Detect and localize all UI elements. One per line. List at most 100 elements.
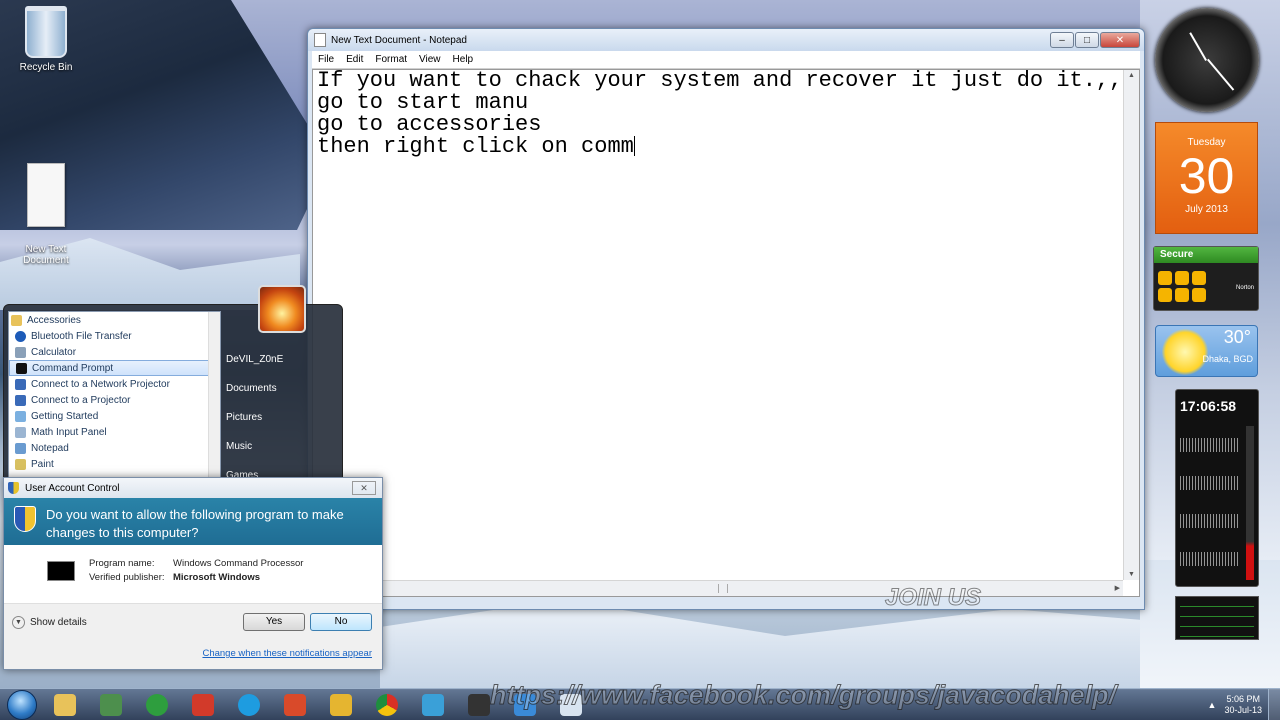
explorer-icon [54,693,76,716]
weather-location: Dhaka, BGD [1202,354,1253,364]
menu-view[interactable]: View [413,54,447,65]
utorrent-icon [146,693,168,716]
no-button[interactable]: No [310,613,372,631]
start-item-music[interactable]: Music [226,432,283,461]
list-item[interactable]: Connect to a Network Projector [9,376,220,392]
scroll-up-icon[interactable]: ▲ [1128,72,1135,79]
notification-settings-link[interactable]: Change when these notifications appear [202,648,372,659]
norton-feature-icon[interactable] [1175,271,1189,285]
list-item[interactable]: Accessories [9,312,220,328]
list-item[interactable]: Getting Started [9,408,220,424]
norton-gadget[interactable]: Secure Norton [1153,246,1259,311]
network-meter-gadget[interactable] [1175,596,1259,640]
minimize-button[interactable]: – [1050,32,1074,48]
uac-question: Do you want to allow the following progr… [46,507,344,540]
facebook-url-watermark: https://www.facebook.com/groups/javacoda… [489,680,1117,711]
maximize-icon: □ [1083,34,1091,46]
cmd-icon [468,693,490,716]
taskbar-app[interactable] [91,691,131,719]
start-item-documents[interactable]: Documents [226,374,283,403]
scroll-right-icon[interactable]: ▶ [1115,584,1120,592]
list-item[interactable]: Command Prompt [9,360,220,376]
start-item-pictures[interactable]: Pictures [226,403,283,432]
text-document-desktop-icon[interactable]: New Text Document [11,152,81,277]
start-item-user[interactable]: DeVIL_Z0nE [226,345,283,374]
programs-scrollbar[interactable] [208,312,220,488]
list-item[interactable]: Calculator [9,344,220,360]
taskbar-app[interactable] [413,691,453,719]
norton-feature-icon[interactable] [1175,288,1189,302]
menu-help[interactable]: Help [447,54,480,65]
list-item-label: Accessories [27,314,81,326]
computer-icon [100,693,122,716]
list-item[interactable]: Bluetooth File Transfer [9,328,220,344]
notepad-icon [15,442,26,454]
publisher-label: Verified publisher: [89,572,165,583]
user-picture-icon[interactable] [258,285,306,333]
recycle-bin-icon [25,6,67,58]
menu-format[interactable]: Format [369,54,413,65]
clock-gadget[interactable] [1155,8,1259,112]
text-line-2: go to start manu [317,90,529,115]
list-item-label: Calculator [31,346,77,358]
clock-minute-hand [1207,58,1235,91]
list-item[interactable]: Connect to a Projector [9,392,220,408]
list-item[interactable]: Paint [9,456,220,472]
recycle-bin-desktop-icon[interactable]: Recycle Bin [11,6,81,73]
start-menu-right-column: DeVIL_Z0nE Documents Pictures Music Game… [226,345,283,490]
weather-gadget[interactable]: 30° Dhaka, BGD [1155,325,1258,377]
norton-feature-icon[interactable] [1158,271,1172,285]
notepad-text: If you want to chack your system and rec… [317,70,1122,159]
list-item[interactable]: Math Input Panel [9,424,220,440]
skype-icon [238,693,260,716]
close-button[interactable]: ✕ [1100,32,1140,48]
calculator-icon [15,346,26,358]
cpu-meter-gadget[interactable]: 17:06:58 [1175,389,1259,587]
taskbar-app[interactable] [275,691,315,719]
norton-feature-icon[interactable] [1158,288,1172,302]
taskbar-app[interactable] [45,691,85,719]
taskbar-app[interactable] [137,691,177,719]
weather-temperature: 30° [1223,327,1251,347]
publisher-value: Microsoft Windows [173,572,260,583]
start-menu: Accessories Bluetooth File Transfer Calc… [3,285,343,499]
folder-icon [11,314,22,326]
vertical-scrollbar[interactable]: ▲ ▼ [1123,70,1139,580]
horizontal-scrollbar[interactable]: ◀ ▶ [313,580,1123,596]
show-desktop-button[interactable] [1268,689,1280,720]
yes-button[interactable]: Yes [243,613,305,631]
uac-titlebar[interactable]: User Account Control ✕ [4,478,382,498]
taskbar-app[interactable] [183,691,223,719]
taskbar-date: 30-Jul-13 [1224,705,1262,715]
show-details-toggle[interactable]: ▼ Show details [12,616,87,629]
text-document-label: New Text Document [23,244,69,266]
taskbar-app[interactable] [321,691,361,719]
text-document-icon [27,163,65,227]
clock-hour-hand [1189,32,1207,61]
text-line-4-content: then right click on comm [317,134,634,159]
uac-close-button[interactable]: ✕ [352,481,376,495]
notepad-titlebar[interactable]: New Text Document - Notepad – □ ✕ [308,29,1144,51]
menu-file[interactable]: File [312,54,340,65]
taskbar-clock[interactable]: 5:06 PM 30-Jul-13 [1224,694,1262,716]
start-button[interactable] [7,689,37,720]
calendar-day: Tuesday [1187,137,1226,148]
scroll-down-icon[interactable]: ▼ [1128,571,1135,578]
notepad-text-area[interactable]: If you want to chack your system and rec… [312,69,1140,597]
shield-icon [14,506,36,532]
program-info: Program name: Windows Command Processor V… [89,557,303,585]
norton-brand: Norton [1235,285,1254,291]
norton-feature-icon[interactable] [1192,288,1206,302]
notepad-window[interactable]: New Text Document - Notepad – □ ✕ File E… [307,28,1145,610]
taskbar-app[interactable] [367,691,407,719]
math-icon [15,426,26,438]
calendar-gadget[interactable]: Tuesday 30 July 2013 [1155,122,1258,234]
tray-expand-icon[interactable]: ▲ [1208,700,1217,710]
taskbar-app[interactable] [229,691,269,719]
scroll-grip-icon[interactable] [718,584,728,593]
list-item[interactable]: Notepad [9,440,220,456]
uac-body: Program name: Windows Command Processor V… [4,545,382,603]
norton-feature-icon[interactable] [1192,271,1206,285]
menu-edit[interactable]: Edit [340,54,369,65]
maximize-button[interactable]: □ [1075,32,1099,48]
